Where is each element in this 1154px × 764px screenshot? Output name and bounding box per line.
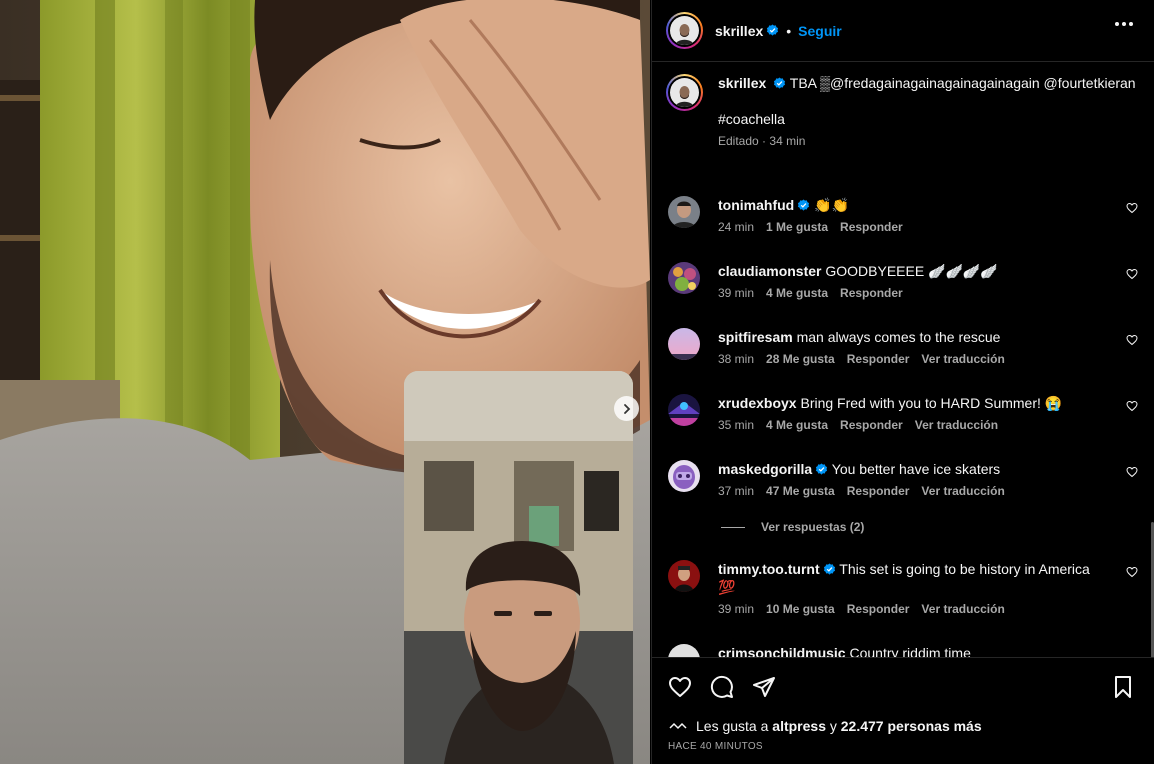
likes-count[interactable]: 22.477 personas más (841, 718, 982, 734)
comment-username[interactable]: spitfiresam (718, 329, 793, 345)
comment-time: 39 min (718, 286, 755, 300)
avatar-image (671, 18, 698, 45)
view-replies-button[interactable]: Ver respuestas (2) (721, 520, 864, 534)
likes-user[interactable]: altpress (772, 718, 826, 734)
chevron-right-icon (623, 403, 630, 414)
comment-likes[interactable]: 47 Me gusta (766, 484, 835, 498)
post-panel: skrillex • Seguir skrillex TBA ▒@fredaga… (651, 0, 1154, 764)
caption-text: TBA ▒@fredagainagainagainagainagain @fou… (789, 75, 1136, 91)
comment-time: 37 min (718, 484, 755, 498)
post-footer: Les gusta a altpress y 22.477 personas m… (652, 657, 1154, 764)
avatar-image (671, 80, 698, 107)
caption-time: 34 min (769, 134, 806, 148)
post-caption: skrillex TBA ▒@fredagainagainagainagaina… (666, 74, 1136, 150)
comment-item: tonimahfud 👏👏 24 min 1 Me gusta Responder (668, 196, 1138, 234)
comment-likes[interactable]: 10 Me gusta (766, 602, 835, 616)
verified-badge-icon (774, 77, 786, 89)
comment-item: spitfiresam man always comes to the resc… (668, 328, 1138, 366)
see-translation-button[interactable]: Ver traducción (921, 352, 1004, 366)
verified-badge-icon (798, 199, 810, 211)
replies-divider (721, 526, 745, 528)
pip-video[interactable] (404, 371, 633, 764)
comment-item: maskedgorilla You better have ice skater… (668, 460, 1138, 498)
comment-item: claudiamonster GOODBYEEEE 🪽🪽🪽🪽 39 min 4 M… (668, 262, 1138, 300)
comment-icon[interactable] (710, 675, 734, 699)
comment-text: Country riddim time (849, 645, 971, 657)
see-translation-button[interactable]: Ver traducción (921, 484, 1004, 498)
next-media-button[interactable] (614, 396, 639, 421)
caption-username[interactable]: skrillex (718, 75, 766, 91)
comment-text: Bring Fred with you to HARD Summer! 😭 (800, 395, 1063, 411)
post-header: skrillex • Seguir (652, 0, 1154, 62)
follow-button[interactable]: Seguir (798, 23, 842, 39)
comment-avatar[interactable] (668, 644, 700, 657)
share-icon[interactable] (752, 675, 776, 699)
comment-avatar[interactable] (668, 328, 700, 360)
more-options-icon[interactable] (1115, 22, 1133, 26)
reply-button[interactable]: Responder (840, 220, 903, 234)
comment-likes[interactable]: 4 Me gusta (766, 286, 828, 300)
comment-avatar[interactable] (668, 262, 700, 294)
see-translation-button[interactable]: Ver traducción (915, 418, 998, 432)
caption-hashtag[interactable]: #coachella (718, 110, 1136, 128)
like-comment-heart-icon[interactable] (1126, 400, 1138, 412)
comment-item: timmy.too.turnt This set is going to be … (668, 560, 1138, 616)
separator-dot: • (786, 22, 792, 39)
comment-likes[interactable]: 1 Me gusta (766, 220, 828, 234)
like-comment-heart-icon[interactable] (1126, 268, 1138, 280)
see-translation-button[interactable]: Ver traducción (921, 602, 1004, 616)
comment-text: man always comes to the rescue (796, 329, 1001, 345)
verified-badge-icon (767, 24, 779, 36)
comment-avatar[interactable] (668, 196, 700, 228)
heart-icon[interactable] (668, 675, 692, 699)
edited-label: Editado (718, 134, 759, 148)
avatar[interactable] (666, 12, 703, 49)
comment-text: You better have ice skaters (831, 461, 1001, 477)
verified-badge-icon (816, 463, 828, 475)
comment-username[interactable]: maskedgorilla (718, 461, 812, 477)
comment-time: 39 min (718, 602, 755, 616)
reply-button[interactable]: Responder (847, 484, 910, 498)
like-comment-heart-icon[interactable] (1126, 566, 1138, 578)
comment-avatar[interactable] (668, 460, 700, 492)
comment-username[interactable]: xrudexboyx (718, 395, 797, 411)
comment-username[interactable]: claudiamonster (718, 263, 821, 279)
comment-avatar[interactable] (668, 394, 700, 426)
comment-text: 👏👏 (814, 197, 849, 213)
comment-text: GOODBYEEEE 🪽🪽🪽🪽 (825, 263, 998, 279)
comment-avatar[interactable] (668, 560, 700, 592)
caption-avatar[interactable] (666, 74, 703, 111)
comment-username[interactable]: timmy.too.turnt (718, 561, 820, 577)
header-username[interactable]: skrillex (715, 23, 763, 39)
reply-button[interactable]: Responder (847, 352, 910, 366)
verified-badge-icon (823, 563, 835, 575)
comments-list[interactable]: skrillex TBA ▒@fredagainagainagainagaina… (652, 62, 1154, 657)
comment-username[interactable]: crimsonchildmusic (718, 645, 846, 657)
likes-prefix: Les gusta a (696, 718, 769, 734)
post-timestamp: HACE 40 MINUTOS (668, 741, 763, 752)
like-comment-heart-icon[interactable] (1126, 202, 1138, 214)
reply-button[interactable]: Responder (847, 602, 910, 616)
reply-button[interactable]: Responder (840, 418, 903, 432)
reply-button[interactable]: Responder (840, 286, 903, 300)
comment-time: 35 min (718, 418, 755, 432)
view-replies-label: Ver respuestas (2) (761, 520, 865, 534)
comment-username[interactable]: tonimahfud (718, 197, 794, 213)
likes-joiner: y (829, 718, 837, 734)
pip-video-frame (404, 371, 633, 764)
post-media[interactable] (0, 0, 650, 764)
comment-likes[interactable]: 28 Me gusta (766, 352, 835, 366)
comment-likes[interactable]: 4 Me gusta (766, 418, 828, 432)
likes-summary[interactable]: Les gusta a altpress y 22.477 personas m… (668, 718, 982, 734)
like-comment-heart-icon[interactable] (1126, 334, 1138, 346)
comment-time: 24 min (718, 220, 755, 234)
like-comment-heart-icon[interactable] (1126, 466, 1138, 478)
comment-item: crimsonchildmusic Country riddim time (668, 644, 1138, 657)
liker-avatar-icon (668, 721, 688, 731)
comment-item: xrudexboyx Bring Fred with you to HARD S… (668, 394, 1138, 432)
bookmark-icon[interactable] (1111, 675, 1135, 699)
comment-time: 38 min (718, 352, 755, 366)
